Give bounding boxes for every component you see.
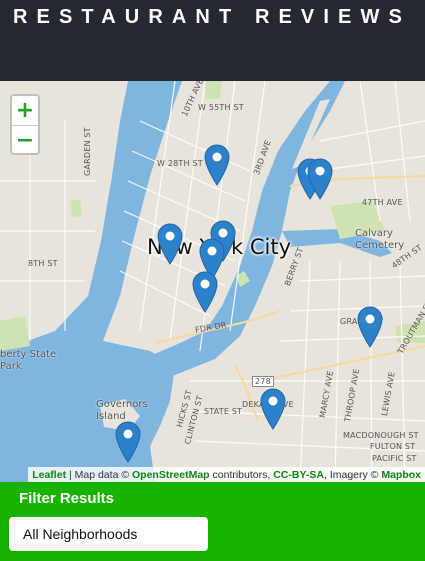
filter-title: Filter Results — [19, 490, 115, 507]
street-label: W 28TH ST — [157, 159, 203, 168]
openstreetmap-link[interactable]: OpenStreetMap — [132, 469, 210, 481]
app-title: RESTAURANT REVIEWS — [13, 6, 411, 28]
map-attribution: Leaflet | Map data © OpenStreetMap contr… — [28, 467, 425, 482]
zoom-in-button[interactable]: + — [12, 96, 38, 126]
neighborhood-select[interactable]: All Neighborhoods — [9, 517, 208, 551]
restaurant-marker[interactable] — [192, 271, 218, 313]
license-link[interactable]: CC-BY-SA — [273, 469, 324, 481]
street-label: 8TH ST — [28, 259, 58, 268]
zoom-control: + − — [10, 94, 40, 155]
street-label: FULTON ST — [370, 442, 416, 451]
area-label: Governors Island — [96, 399, 148, 422]
app-header: RESTAURANT REVIEWS — [0, 0, 425, 81]
attribution-text: contributors, — [209, 468, 274, 481]
restaurant-marker[interactable] — [260, 388, 286, 430]
street-label: 47TH AVE — [362, 198, 403, 207]
attribution-text: , Imagery © — [323, 468, 382, 481]
restaurant-marker[interactable] — [307, 158, 333, 200]
area-label: berty State Park — [0, 349, 57, 372]
restaurant-marker[interactable] — [357, 306, 383, 348]
leaflet-link[interactable]: Leaflet — [32, 469, 66, 481]
restaurant-marker[interactable] — [157, 223, 183, 265]
attribution-text: | Map data © — [66, 468, 132, 481]
street-label: W 55TH ST — [198, 103, 244, 112]
zoom-out-button[interactable]: − — [12, 126, 38, 153]
street-label: MACDONOUGH ST — [343, 431, 419, 440]
restaurant-marker[interactable] — [204, 144, 230, 186]
area-label: Calvary Cemetery — [355, 228, 405, 251]
street-label: STATE ST — [204, 407, 243, 416]
mapbox-link[interactable]: Mapbox — [381, 469, 421, 481]
filter-panel: Filter Results All Neighborhoods — [0, 482, 425, 561]
restaurant-marker[interactable] — [115, 421, 141, 463]
street-label: PACIFIC ST — [372, 454, 417, 463]
street-label: GARDEN ST — [83, 127, 92, 176]
restaurant-map[interactable]: W 55TH ST 10TH AVE W 28TH ST 3RD AVE GAR… — [0, 81, 425, 482]
route-shield: 278 — [252, 376, 274, 387]
